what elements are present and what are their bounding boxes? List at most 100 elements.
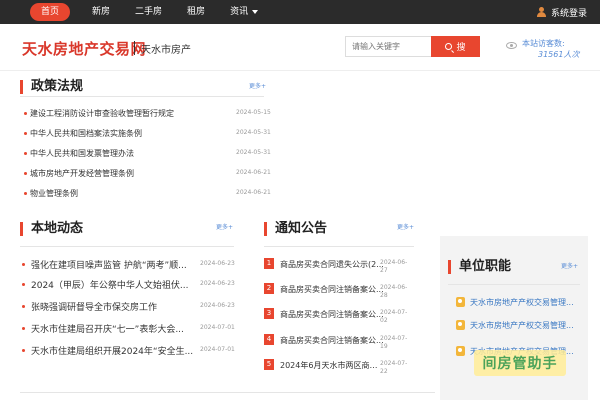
local-more-link[interactable]: 更多+ [216, 222, 233, 231]
bullet-icon [22, 305, 25, 308]
notice-number-badge: 2 [264, 283, 274, 294]
chevron-down-icon [252, 9, 259, 14]
document-icon [456, 297, 465, 307]
local-section-title: 本地动态 [20, 222, 83, 236]
nav-news-label: 资讯 [230, 7, 249, 17]
local-item-date: 2024-06-23 [200, 280, 235, 287]
nav-second-hand[interactable]: 二手房 [135, 3, 162, 21]
local-item-date: 2024-07-01 [200, 346, 235, 353]
notice-number-badge: 4 [264, 334, 274, 345]
notice-item-title: 商品房买卖合同注销备案公... [280, 285, 384, 294]
unit-item-title: 天水市房地产产权交易管理... [470, 321, 574, 330]
policy-list-item[interactable]: 中华人民共和国发票管理办法 2024-05-31 [24, 148, 271, 160]
notice-item-date: 2024-07-02 [380, 309, 408, 324]
notice-number-badge: 5 [264, 359, 274, 370]
visitor-counter: 本站访客数: 31561人次 [506, 38, 579, 60]
search-icon [445, 43, 453, 50]
local-list-item[interactable]: 强化在建项目噪声监管 护航“两考”顺... 2024-06-23 [22, 258, 235, 272]
notice-divider [264, 246, 414, 247]
notice-number-badge: 1 [264, 258, 274, 269]
notice-item-date: 2024-07-19 [380, 335, 408, 350]
user-icon [536, 7, 546, 17]
local-item-date: 2024-06-23 [200, 260, 235, 267]
local-item-title: 2024（甲辰）年公祭中华人文始祖伏... [31, 281, 189, 291]
bullet-icon [22, 327, 25, 330]
visits-label: 本站访客数: [522, 39, 565, 48]
notice-list-item[interactable]: 4 商品房买卖合同注销备案公... 2024-07-19 [264, 334, 414, 356]
policy-item-title: 城市房地产开发经营管理条例 [30, 169, 134, 178]
local-list-item[interactable]: 天水市住建局组织开展2024年“安全生... 2024-07-01 [22, 344, 235, 358]
notice-item-title: 商品房买卖合同注销备案公... [280, 336, 384, 345]
unit-divider [448, 284, 580, 285]
bullet-icon [24, 152, 27, 155]
unit-list-item[interactable]: 天水市房地产产权交易管理... [456, 297, 580, 309]
policy-divider [20, 96, 264, 97]
nav-home[interactable]: 首页 [30, 3, 71, 21]
document-icon [456, 320, 465, 330]
notice-number-badge: 3 [264, 308, 274, 319]
nav-rent[interactable]: 租房 [187, 3, 205, 21]
bullet-icon [22, 349, 25, 352]
policy-list-item[interactable]: 物业管理条例 2024-06-21 [24, 188, 271, 200]
unit-list-item[interactable]: 天水市房地产产权交易管理... [456, 320, 580, 332]
eye-icon [506, 42, 517, 49]
local-item-title: 张晓强调研督导全市保交房工作 [31, 303, 158, 313]
policy-item-title: 中华人民共和国发票管理办法 [30, 149, 134, 158]
policy-item-date: 2024-06-21 [236, 169, 271, 176]
main-nav: 首页 新房 二手房 租房 资讯 [30, 3, 283, 21]
unit-item-title: 天水市房地产产权交易管理... [470, 298, 574, 307]
login-label: 系统登录 [550, 8, 587, 19]
notice-item-date: 2024-06-27 [380, 259, 408, 274]
notice-item-title: 商品房买卖合同遗失公示(2... [280, 260, 384, 269]
notice-list-item[interactable]: 1 商品房买卖合同遗失公示(2... 2024-06-27 [264, 258, 414, 280]
policy-item-date: 2024-05-15 [236, 109, 271, 116]
notice-item-date: 2024-06-28 [380, 284, 408, 299]
policy-list-item[interactable]: 城市房地产开发经营管理条例 2024-06-21 [24, 168, 271, 180]
notice-list-item[interactable]: 2 商品房买卖合同注销备案公... 2024-06-28 [264, 283, 414, 305]
notice-list-item[interactable]: 5 2024年6月天水市两区商品... 2024-07-22 [264, 359, 414, 381]
local-item-date: 2024-07-01 [200, 324, 235, 331]
visits-count: 31561人次 [538, 50, 580, 59]
watermark-badge: 间房管助手 [474, 350, 566, 376]
local-list-item[interactable]: 张晓强调研督导全市保交房工作 2024-06-23 [22, 300, 235, 314]
local-item-title: 强化在建项目噪声监管 护航“两考”顺... [31, 261, 187, 271]
local-item-title: 天水市住建局组织开展2024年“安全生... [31, 347, 194, 357]
bullet-icon [24, 172, 27, 175]
nav-new-house[interactable]: 新房 [92, 3, 110, 21]
search-button-label: 搜 [456, 43, 466, 53]
bullet-icon [24, 132, 27, 135]
search-button[interactable]: 搜 [431, 36, 480, 57]
top-nav-bar: 首页 新房 二手房 租房 资讯 系统登录 [0, 0, 600, 24]
unit-section-title: 单位职能 [448, 260, 511, 274]
header-divider [0, 70, 600, 71]
local-item-title: 天水市住建局召开庆“七一”表彰大会... [31, 325, 184, 335]
local-list-item[interactable]: 2024（甲辰）年公祭中华人文始祖伏... 2024-06-23 [22, 278, 235, 292]
logo-divider [134, 41, 135, 55]
policy-item-title: 建设工程消防设计审查验收管理暂行规定 [30, 109, 174, 118]
document-icon [456, 346, 465, 356]
nav-news-dropdown[interactable]: 资讯 [230, 3, 259, 21]
site-logo[interactable]: 天水房地产交易网 [22, 38, 146, 59]
local-list-item[interactable]: 天水市住建局召开庆“七一”表彰大会... 2024-07-01 [22, 322, 235, 336]
search-input[interactable] [345, 36, 431, 57]
notice-section-title: 通知公告 [264, 222, 327, 236]
footer-divider [20, 392, 435, 393]
notice-list-item[interactable]: 3 商品房买卖合同注销备案公... 2024-07-02 [264, 308, 414, 330]
bullet-icon [24, 192, 27, 195]
notice-item-title: 商品房买卖合同注销备案公... [280, 310, 384, 319]
policy-item-date: 2024-05-31 [236, 129, 271, 136]
bullet-icon [24, 112, 27, 115]
policy-item-title: 中华人民共和国档案法实施条例 [30, 129, 142, 138]
site-subtitle: 天水市房产 [141, 45, 191, 56]
notice-item-date: 2024-07-22 [380, 360, 408, 375]
unit-more-link[interactable]: 更多+ [561, 261, 578, 270]
login-link[interactable]: 系统登录 [536, 0, 587, 24]
policy-item-date: 2024-05-31 [236, 149, 271, 156]
policy-list-item[interactable]: 建设工程消防设计审查验收管理暂行规定 2024-05-15 [24, 108, 271, 120]
notice-more-link[interactable]: 更多+ [397, 222, 414, 231]
bullet-icon [22, 283, 25, 286]
policy-item-title: 物业管理条例 [30, 189, 78, 198]
policy-section-title: 政策法规 [20, 80, 83, 94]
policy-more-link[interactable]: 更多+ [249, 81, 266, 90]
policy-list-item[interactable]: 中华人民共和国档案法实施条例 2024-05-31 [24, 128, 271, 140]
